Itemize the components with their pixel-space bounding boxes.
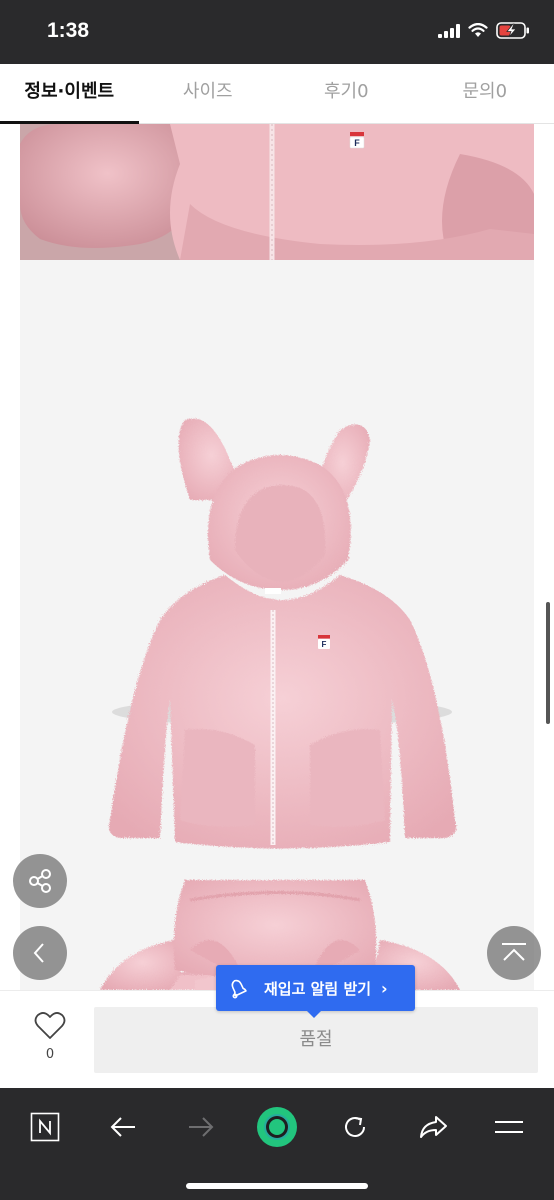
share-arrow-icon [420,1116,447,1138]
tab-reviews[interactable]: 후기0 [277,64,416,123]
reload-icon [345,1117,365,1137]
bunny-fleece-jacket-illustration: F [100,418,460,990]
loading-indicator-icon [257,1107,297,1147]
fila-logo-closeup: F [354,138,360,148]
signal-icon [438,23,460,38]
tab-info-event[interactable]: 정보·이벤트 [0,64,139,124]
restock-label: 재입고 알림 받기 [264,979,372,998]
product-image-main: F [20,260,534,990]
heart-icon [34,1012,66,1039]
scroll-top-icon [502,943,526,961]
product-detail-content: F F [0,124,554,990]
app-screen: 1:38 정보·이벤트 사이즈 후기0 문의0 F F 0 품절 재입고 알림 … [0,0,554,1200]
naver-home-button[interactable] [20,1102,70,1152]
bell-icon [231,979,247,999]
share-icon [29,869,51,893]
share-page-button[interactable] [408,1102,458,1152]
forward-arrow-icon [189,1117,214,1137]
wifi-icon [468,23,488,37]
chevron-right-icon: › [381,978,388,998]
back-arrow-icon [110,1117,135,1137]
tab-questions[interactable]: 문의0 [416,64,554,123]
tab-size[interactable]: 사이즈 [139,64,278,123]
share-button[interactable] [13,854,67,908]
jacket-closeup-illustration: F [20,124,534,260]
scroll-top-button[interactable] [487,926,541,980]
status-time: 1:38 [47,19,90,42]
scroll-indicator[interactable] [546,602,550,724]
menu-icon [495,1121,523,1133]
menu-button[interactable] [484,1102,534,1152]
back-chevron-icon [33,943,44,963]
back-float-button[interactable] [13,926,67,980]
n-logo-icon [30,1112,60,1142]
forward-button[interactable] [176,1102,226,1152]
status-bar: 1:38 [0,0,554,64]
reload-button[interactable] [330,1102,380,1152]
like-button[interactable]: 0 [22,1011,78,1071]
like-count: 0 [45,1047,55,1062]
product-tabs: 정보·이벤트 사이즈 후기0 문의0 [0,64,554,124]
status-icons [438,22,530,39]
battery-charging-icon [496,22,529,39]
product-image-closeup: F [20,124,534,260]
restock-alert-button[interactable]: 재입고 알림 받기 › [216,965,415,1018]
home-indicator[interactable] [186,1183,368,1189]
loading-indicator[interactable] [252,1102,302,1152]
back-button[interactable] [98,1102,148,1152]
fila-logo-main: F [322,640,327,649]
